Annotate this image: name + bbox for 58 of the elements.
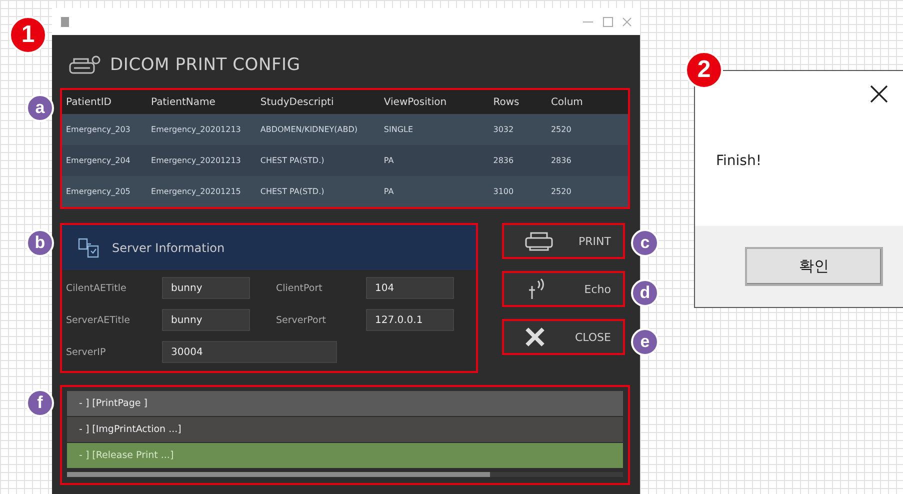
action-button[interactable]: Echo xyxy=(502,271,625,307)
column-header[interactable]: Rows xyxy=(489,90,547,114)
callout-marker: b xyxy=(26,229,54,257)
field-label: ServerAETitle xyxy=(66,314,132,326)
field-label: ClientPort xyxy=(276,282,324,294)
ok-button[interactable]: 확인 xyxy=(745,247,883,286)
table-cell: 3100 xyxy=(489,176,547,207)
table-cell: Emergency_203 xyxy=(62,114,148,145)
table-cell: Emergency_20201215 xyxy=(147,176,256,207)
table-cell: 2836 xyxy=(546,145,628,176)
scrollbar-thumb[interactable] xyxy=(67,472,490,477)
log-entry[interactable]: - ] [ImgPrintAction ...] xyxy=(67,417,623,442)
column-header[interactable]: ViewPosition xyxy=(380,90,490,114)
input-field[interactable]: bunny xyxy=(162,277,250,299)
table-cell: CHEST PA(STD.) xyxy=(256,176,380,207)
table-cell: Emergency_20201213 xyxy=(147,114,256,145)
log-entry[interactable]: - ] [PrintPage ] xyxy=(67,391,623,416)
callout-marker: c xyxy=(631,229,659,257)
input-field[interactable]: 104 xyxy=(366,277,454,299)
table-cell: Emergency_205 xyxy=(62,176,148,207)
table-cell: PA xyxy=(380,145,490,176)
table-cell: 2520 xyxy=(546,114,628,145)
table-cell: Emergency_20201213 xyxy=(147,145,256,176)
action-button[interactable]: CLOSE xyxy=(502,319,625,355)
callout-marker: 1 xyxy=(9,16,47,54)
callout-marker: 2 xyxy=(685,51,723,89)
field-label: ServerPort xyxy=(276,314,327,326)
table-cell: 2520 xyxy=(546,176,628,207)
field-label: ServerIP xyxy=(66,346,107,358)
close-icon[interactable] xyxy=(870,85,888,103)
printer-icon xyxy=(524,231,554,251)
message-text: Finish! xyxy=(716,153,762,169)
callout-marker: e xyxy=(631,328,659,356)
input-field[interactable]: 127.0.0.1 xyxy=(366,309,454,331)
callout-marker: f xyxy=(26,389,54,417)
table-cell: ABDOMEN/KIDNEY(ABD) xyxy=(256,114,380,145)
table-cell: 2836 xyxy=(489,145,547,176)
table-cell: CHEST PA(STD.) xyxy=(256,145,380,176)
panel-title: Server Information xyxy=(112,240,225,254)
table-cell: SINGLE xyxy=(380,114,490,145)
input-field[interactable]: bunny xyxy=(162,309,250,331)
table-cell: Emergency_204 xyxy=(62,145,148,176)
field-label: CilentAETitle xyxy=(66,282,128,294)
column-header[interactable]: StudyDescripti xyxy=(256,90,380,114)
column-header[interactable]: Colum xyxy=(546,90,628,114)
callout-marker: a xyxy=(26,94,54,122)
column-header[interactable]: PatientName xyxy=(147,90,256,114)
maximize-icon[interactable] xyxy=(602,16,614,26)
close-icon xyxy=(524,327,546,347)
table-cell: 3032 xyxy=(489,114,547,145)
table-cell: PA xyxy=(380,176,490,207)
app-icon xyxy=(60,16,70,28)
window-heading: DICOM PRINT CONFIG xyxy=(110,54,300,74)
action-button[interactable]: PRINT xyxy=(502,223,625,259)
input-field[interactable]: 30004 xyxy=(162,341,337,363)
column-header[interactable]: PatientID xyxy=(62,90,148,114)
callout-marker: d xyxy=(631,279,659,307)
printer-icon xyxy=(68,54,102,74)
